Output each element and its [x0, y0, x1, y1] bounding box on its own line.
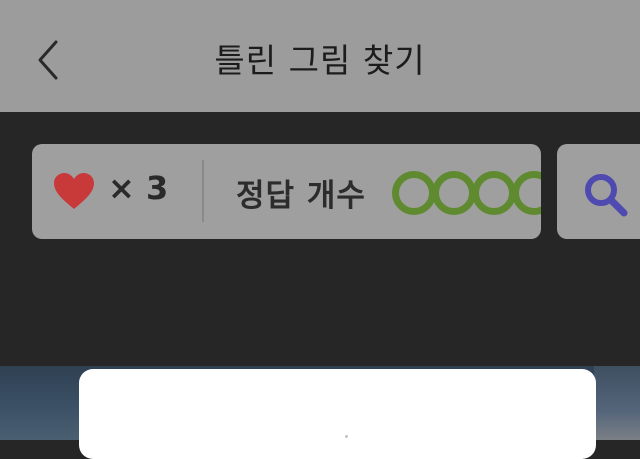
- app-header: 틀린 그림 찾기: [0, 0, 640, 112]
- heart-icon: [54, 173, 94, 209]
- divider: [202, 160, 204, 222]
- answer-count-label: 정답 개수: [236, 178, 366, 214]
- answer-circle: [432, 171, 476, 215]
- answer-circle: [512, 171, 541, 215]
- hint-button[interactable]: [557, 144, 640, 239]
- search-icon: [585, 174, 628, 217]
- sheet-indicator: [345, 435, 348, 438]
- lives-count: × 3: [108, 169, 169, 207]
- page-title: 틀린 그림 찾기: [214, 41, 426, 80]
- bottom-sheet: [79, 369, 596, 459]
- status-panel: × 3 정답 개수: [32, 144, 541, 239]
- answer-circle: [392, 171, 436, 215]
- answer-circle: [472, 171, 516, 215]
- puzzle-image-edge: [594, 366, 640, 440]
